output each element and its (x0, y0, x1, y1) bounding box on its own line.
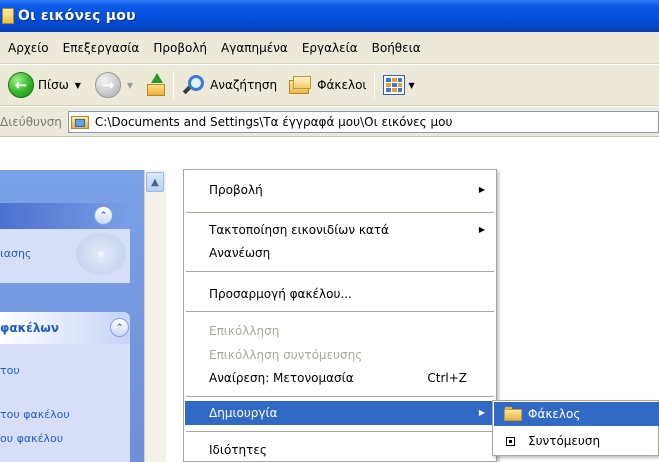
search-button[interactable]: Αναζήτηση (178, 69, 281, 101)
task-pane-section-2: του του φακέλου ου φακέλου (0, 344, 130, 462)
section-header-folder-tasks: φακέλων (0, 321, 60, 335)
ctx-item-label: Τακτοποίηση εικονιδίων κατά (209, 223, 389, 237)
folder-icon (504, 407, 522, 421)
ctx-properties[interactable]: Ιδιότητες (185, 438, 495, 462)
ctx-item-label: Προσαρμογή φακέλου... (209, 287, 352, 301)
search-icon (182, 73, 206, 97)
collapse-section-1-button[interactable]: ⌃ (94, 206, 113, 225)
menu-favorites[interactable]: Αγαπημένα (214, 37, 295, 59)
submenu-new-shortcut[interactable]: Συντόμευση (494, 429, 659, 453)
folders-button[interactable]: Φάκελοι (285, 69, 370, 101)
menu-view[interactable]: Προβολή (146, 37, 214, 59)
folder-up-icon (145, 73, 166, 97)
ctx-arrange-icons[interactable]: Τακτοποίηση εικονιδίων κατά ▶ (185, 218, 495, 242)
menu-separator (186, 431, 494, 432)
scroll-up-button[interactable]: ▲ (146, 172, 164, 192)
submenu-new-folder[interactable]: Φάκελος (494, 402, 659, 426)
ctx-customize-folder[interactable]: Προσαρμογή φακέλου... (185, 282, 495, 306)
submenu-item-label: Φάκελος (528, 407, 581, 421)
menu-separator (186, 212, 494, 213)
submenu-arrow-icon: ▶ (478, 408, 485, 417)
menu-separator (186, 311, 494, 312)
views-button[interactable]: ▼ (379, 69, 418, 101)
task-link[interactable]: ιασης (0, 247, 31, 260)
submenu-arrow-icon: ▶ (478, 185, 485, 194)
menu-tools[interactable]: Εργαλεία (295, 37, 365, 59)
ctx-item-label: Ανανέωση (209, 246, 271, 260)
task-pane-section-1: ιασης (0, 229, 130, 283)
address-bar: Διεύθυνση C:\Documents and Settings\Τα έ… (0, 107, 659, 137)
toolbar-separator (374, 71, 376, 99)
folders-label: Φάκελοι (317, 78, 367, 92)
forward-dropdown-icon[interactable]: ▼ (127, 81, 133, 90)
context-menu: Προβολή ▶ Τακτοποίηση εικονιδίων κατά ▶ … (183, 169, 497, 462)
task-link[interactable]: του (0, 364, 20, 377)
double-chevron-up-icon: ⌃ (99, 210, 108, 221)
toolbar: ← Πίσω ▼ → ▼ Αναζήτηση Φάκελοι ▼ (0, 65, 659, 106)
submenu-item-label: Συντόμευση (528, 434, 601, 448)
ctx-refresh[interactable]: Ανανέωση (185, 241, 495, 265)
folder-icon (2, 8, 14, 24)
menu-separator (186, 396, 494, 397)
back-button[interactable]: ← Πίσω ▼ (0, 69, 85, 101)
address-path: C:\Documents and Settings\Τα έγγραφά μου… (94, 114, 453, 129)
back-label: Πίσω (38, 78, 69, 92)
title-bar[interactable]: Οι εικόνες μου (0, 0, 659, 32)
address-input[interactable]: C:\Documents and Settings\Τα έγγραφά μου… (67, 110, 659, 133)
shortcut-icon (506, 437, 515, 446)
menu-edit[interactable]: Επεξεργασία (56, 37, 147, 59)
views-icon (383, 75, 406, 95)
ctx-item-label: Προβολή (209, 183, 263, 197)
ctx-paste-shortcut[interactable]: Επικόλληση συντόμευσης (185, 343, 495, 367)
up-button[interactable] (141, 69, 169, 101)
ctx-item-label: Αναίρεση: Μετονομασία (209, 371, 354, 385)
pictures-folder-icon (70, 113, 91, 131)
menu-separator (186, 271, 494, 272)
menu-bar: Αρχείο Επεξεργασία Προβολή Αγαπημένα Εργ… (0, 32, 659, 64)
task-link[interactable]: του φακέλου (0, 408, 70, 421)
task-link[interactable]: ου φακέλου (0, 432, 63, 445)
ctx-item-label: Επικόλληση συντόμευσης (209, 348, 363, 362)
chevron-up-icon: ▲ (151, 176, 159, 188)
window-title: Οι εικόνες μου (18, 8, 136, 24)
ctx-item-label: Δημιουργία (209, 406, 278, 420)
submenu-arrow-icon: ▶ (478, 225, 485, 234)
folders-icon (289, 74, 313, 96)
menu-help[interactable]: Βοήθεια (365, 37, 428, 59)
address-label: Διεύθυνση (0, 114, 62, 129)
ctx-shortcut-text: Ctrl+Z (427, 371, 467, 385)
menu-file[interactable]: Αρχείο (0, 37, 56, 59)
forward-arrow-icon: → (94, 72, 121, 98)
back-dropdown-icon[interactable]: ▼ (75, 81, 81, 90)
ctx-item-label: Επικόλληση (209, 324, 280, 338)
ctx-undo-rename[interactable]: Αναίρεση: Μετονομασία Ctrl+Z (185, 366, 495, 390)
task-pane-scrollbar[interactable] (144, 170, 166, 462)
back-arrow-icon: ← (8, 72, 34, 98)
search-label: Αναζήτηση (210, 78, 278, 92)
ctx-new[interactable]: Δημιουργία ▶ (185, 401, 495, 425)
disc-icon (76, 233, 126, 275)
forward-button[interactable]: → ▼ (91, 69, 137, 101)
ctx-view[interactable]: Προβολή ▶ (185, 178, 495, 202)
ctx-item-label: Ιδιότητες (209, 443, 267, 457)
collapse-section-2-button[interactable]: ⌃ (110, 318, 129, 337)
double-chevron-up-icon: ⌃ (115, 322, 124, 333)
new-submenu: Φάκελος Συντόμευση (492, 400, 659, 456)
ctx-paste[interactable]: Επικόλληση (185, 319, 495, 343)
toolbar-separator (173, 71, 175, 99)
views-dropdown-icon[interactable]: ▼ (408, 81, 414, 90)
